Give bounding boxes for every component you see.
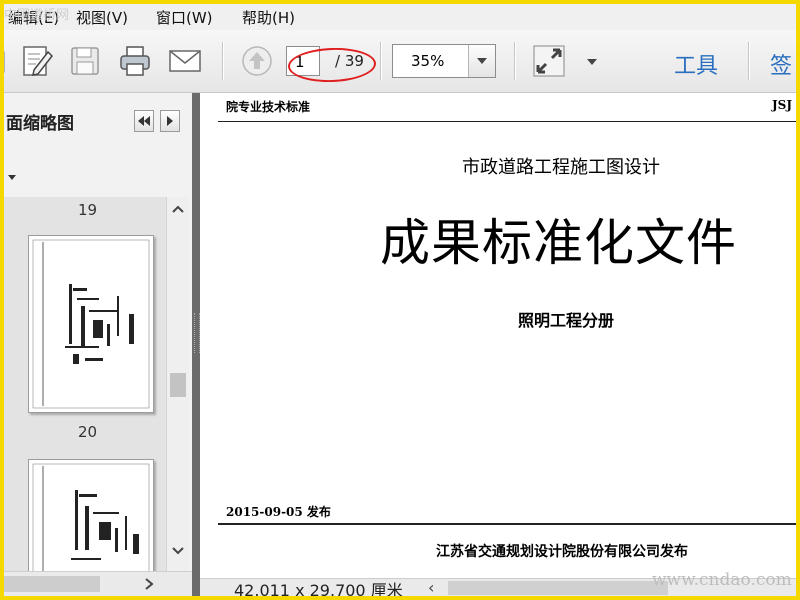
chevron-up-icon xyxy=(172,205,184,213)
divider xyxy=(218,121,796,122)
thumbnail-page-19[interactable] xyxy=(28,235,154,413)
previous-page-icon[interactable] xyxy=(240,44,274,78)
watermark-logo-text: 中国道桥网 xyxy=(4,8,70,23)
zoom-select[interactable]: 35% xyxy=(392,44,496,78)
document-view: 院专业技术标准 JSJ 市政道路工程施工图设计 成果标准化文件 照明工程分册 2… xyxy=(200,93,796,578)
toolbar-separator xyxy=(514,42,516,80)
thumbnail-horizontal-scrollbar[interactable] xyxy=(4,571,192,596)
menu-help[interactable]: 帮助(H) xyxy=(242,7,295,28)
page-thumbnails-panel: 面缩略图 19 20 xyxy=(4,93,192,596)
save-icon[interactable] xyxy=(68,44,102,78)
doc-subtitle: 市政道路工程施工图设计 xyxy=(462,157,660,178)
email-icon[interactable] xyxy=(168,44,202,78)
watermark-url: www.cndao.com xyxy=(652,570,792,590)
doc-publisher: 江苏省交通规划设计院股份有限公司发布 xyxy=(436,544,688,560)
partial-toolbar-icon[interactable] xyxy=(4,44,8,78)
doc-date: 2015-09-05 发布 xyxy=(226,505,331,519)
toolbar-separator xyxy=(222,42,224,80)
doc-header-left: 院专业技术标准 xyxy=(226,100,311,114)
thumbnail-page-20[interactable] xyxy=(28,459,154,571)
print-icon[interactable] xyxy=(118,44,152,78)
options-dropdown-icon[interactable] xyxy=(8,175,16,180)
menu-window[interactable]: 窗口(W) xyxy=(156,7,213,28)
zoom-value: 35% xyxy=(411,52,445,70)
menu-bar: 编辑(E) 视图(V) 窗口(W) 帮助(H) 中国道桥网 xyxy=(4,4,796,30)
toolbar: 1 / 39 35% 工具 签 xyxy=(4,30,796,93)
toolbar-separator xyxy=(380,42,382,80)
toolbar-separator xyxy=(748,42,750,80)
chevron-left-icon[interactable]: ‹ xyxy=(428,578,434,596)
scrollbar-thumb[interactable] xyxy=(4,576,100,592)
page-size-label: 42.011 x 29.700 厘米 xyxy=(234,581,403,596)
thumbnail-vertical-scrollbar[interactable] xyxy=(166,197,189,571)
panel-splitter[interactable] xyxy=(192,93,200,596)
doc-header-right: JSJ xyxy=(772,98,793,112)
divider xyxy=(218,523,796,525)
thumbnail-number: 19 xyxy=(78,201,98,219)
app-window: 编辑(E) 视图(V) 窗口(W) 帮助(H) 中国道桥网 1 / 39 35%… xyxy=(4,4,796,596)
tools-button[interactable]: 工具 xyxy=(674,48,718,80)
doc-booklet: 照明工程分册 xyxy=(518,311,615,330)
expand-right-icon[interactable] xyxy=(160,110,180,132)
expand-icon[interactable] xyxy=(532,44,566,78)
panel-title: 面缩略图 xyxy=(6,114,74,134)
dropdown-arrow-icon[interactable] xyxy=(584,44,600,78)
chevron-down-icon xyxy=(172,547,184,555)
sign-button[interactable]: 签 xyxy=(770,48,792,80)
menu-view[interactable]: 视图(V) xyxy=(76,7,128,28)
scrollbar-thumb[interactable] xyxy=(170,373,186,397)
thumbnail-number: 20 xyxy=(78,423,98,441)
chevron-right-icon xyxy=(145,578,154,590)
doc-title: 成果标准化文件 xyxy=(380,214,737,272)
collapse-left-icon[interactable] xyxy=(134,110,154,132)
edit-document-icon[interactable] xyxy=(20,44,54,78)
thumbnail-list: 19 20 xyxy=(4,197,166,571)
chevron-down-icon[interactable] xyxy=(468,45,495,77)
document-horizontal-scroll-thumb[interactable] xyxy=(448,581,668,595)
